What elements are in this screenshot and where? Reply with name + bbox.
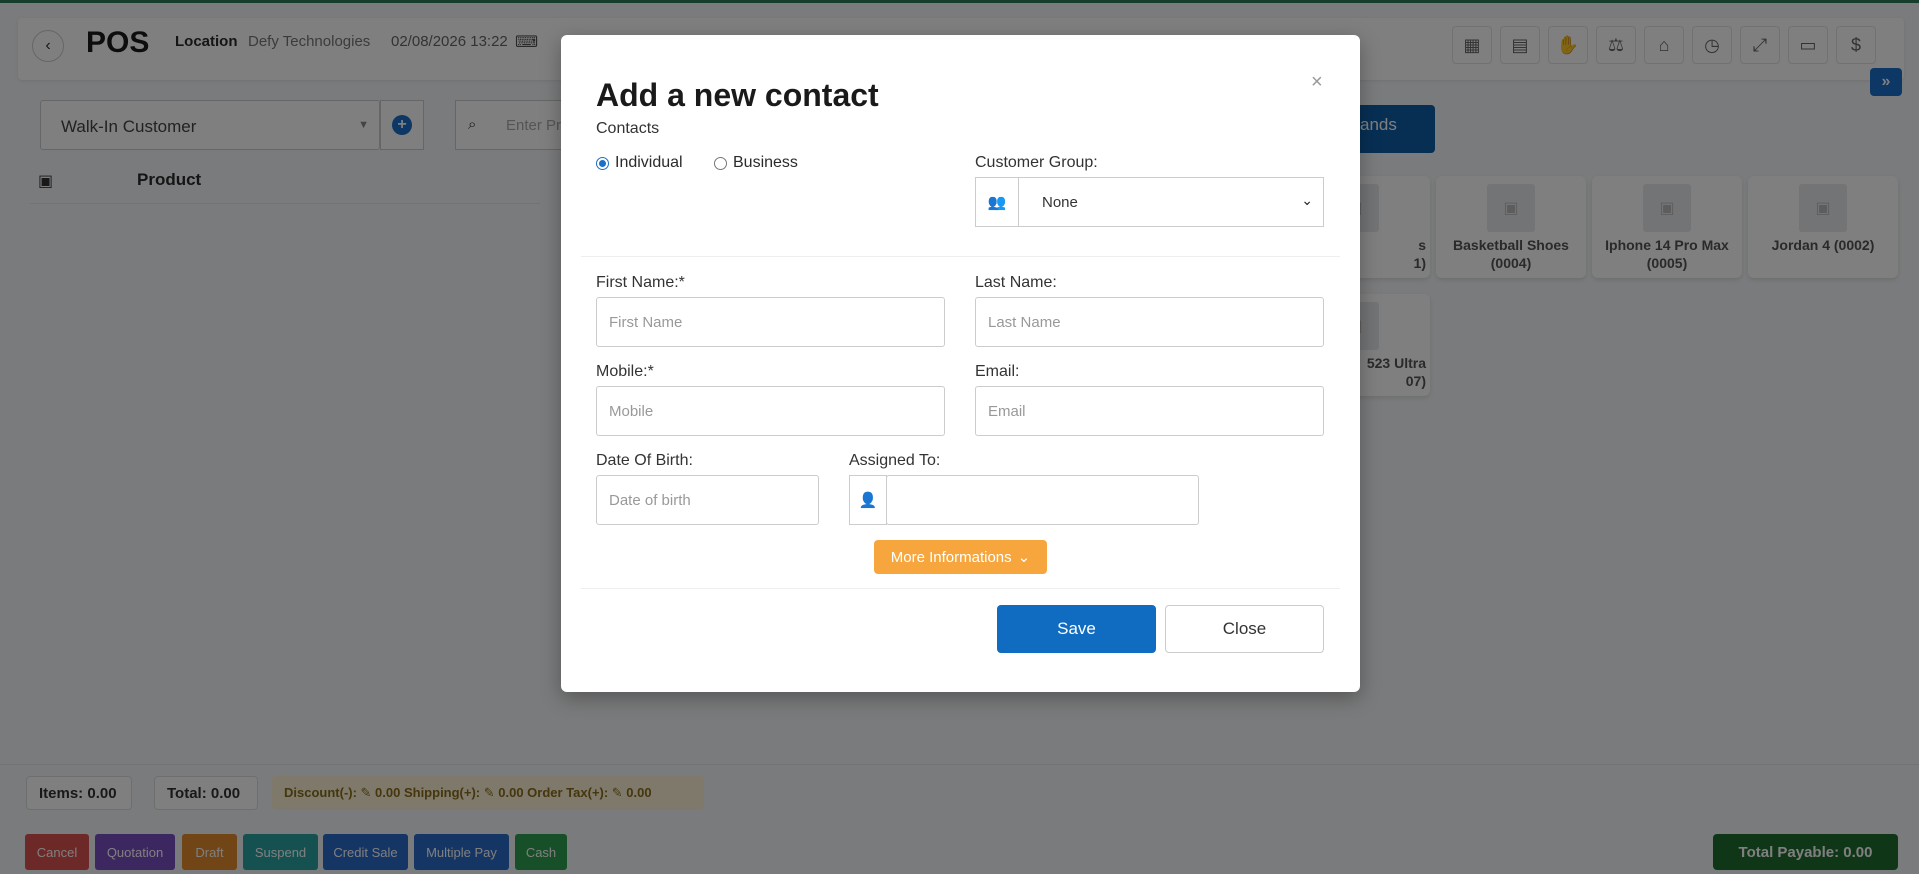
email-placeholder: Email (988, 403, 1026, 420)
business-label: Business (733, 154, 798, 171)
footer-divider (581, 588, 1340, 589)
customer-group-label: Customer Group: (975, 154, 1098, 171)
dob-input[interactable]: Date of birth (596, 475, 819, 525)
add-contact-modal: Add a new contact × Contacts Individual … (561, 35, 1360, 692)
business-radio[interactable] (714, 156, 727, 170)
chevron-down-icon: ⌄ (1017, 549, 1031, 566)
dob-label: Date Of Birth: (596, 452, 693, 469)
individual-label: Individual (615, 154, 683, 171)
email-label: Email: (975, 363, 1020, 380)
first-name-placeholder: First Name (609, 314, 683, 331)
users-icon: 👥 (975, 177, 1019, 227)
radio-individual[interactable]: Individual (596, 154, 683, 172)
section-divider (581, 256, 1340, 257)
last-name-label: Last Name: (975, 274, 1057, 291)
first-name-input[interactable]: First Name (596, 297, 945, 347)
customer-group-value: None (1042, 194, 1078, 211)
mobile-input[interactable]: Mobile (596, 386, 945, 436)
close-button[interactable]: Close (1165, 605, 1324, 653)
radio-business[interactable]: Business (714, 154, 798, 172)
contacts-subtitle: Contacts (596, 120, 660, 137)
mobile-label: Mobile:* (596, 363, 654, 380)
user-icon: 👤 (849, 475, 887, 525)
email-input[interactable]: Email (975, 386, 1324, 436)
chevron-down-icon: ⌄ (1301, 192, 1313, 208)
first-name-label: First Name:* (596, 274, 685, 291)
customer-group-select[interactable]: None ⌄ (1018, 177, 1324, 227)
more-informations-button[interactable]: More Informations ⌄ (874, 540, 1047, 574)
mobile-placeholder: Mobile (609, 403, 654, 420)
more-informations-label: More Informations (890, 548, 1012, 566)
close-icon[interactable]: × (1311, 71, 1323, 94)
save-button[interactable]: Save (997, 605, 1156, 653)
assigned-to-input[interactable] (886, 475, 1199, 525)
last-name-input[interactable]: Last Name (975, 297, 1324, 347)
individual-radio[interactable] (596, 156, 609, 170)
last-name-placeholder: Last Name (988, 314, 1061, 331)
modal-title: Add a new contact (596, 77, 879, 113)
dob-placeholder: Date of birth (609, 492, 691, 509)
assigned-to-label: Assigned To: (849, 452, 941, 469)
